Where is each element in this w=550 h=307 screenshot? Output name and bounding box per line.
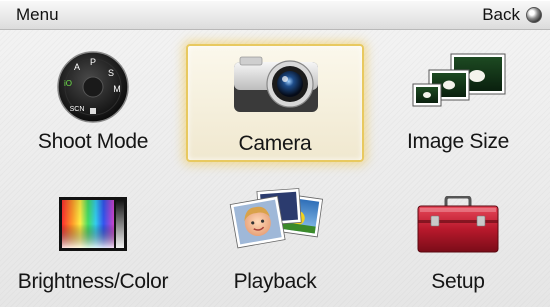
back-circle-icon bbox=[526, 7, 542, 23]
back-label: Back bbox=[482, 5, 520, 24]
dial-mode-scn: SCN bbox=[70, 106, 85, 113]
camera-icon bbox=[234, 56, 318, 112]
tile-camera[interactable]: Camera bbox=[186, 44, 364, 162]
tile-setup[interactable]: Setup bbox=[369, 184, 547, 302]
tile-label-camera: Camera bbox=[238, 132, 312, 155]
toolbox-icon bbox=[417, 196, 499, 253]
photos-icon bbox=[229, 188, 324, 249]
tile-shoot-mode[interactable]: P A S M SCN iO Shoot Mode bbox=[4, 44, 182, 162]
tile-image-size[interactable]: Image Size bbox=[369, 44, 547, 162]
mode-dial-icon: P A S M SCN iO bbox=[57, 51, 129, 123]
color-palette-icon bbox=[59, 197, 127, 251]
dial-mode-s: S bbox=[108, 68, 114, 78]
tile-brightness-color[interactable]: Brightness/Color bbox=[4, 184, 182, 302]
tile-label-playback: Playback bbox=[233, 270, 317, 293]
image-size-icon bbox=[412, 53, 506, 107]
tile-label-shoot-mode: Shoot Mode bbox=[37, 130, 149, 153]
tile-playback[interactable]: Playback bbox=[186, 184, 364, 302]
tile-label-image-size: Image Size bbox=[406, 130, 510, 153]
dial-movie-icon bbox=[90, 108, 96, 114]
tile-label-setup: Setup bbox=[431, 270, 485, 293]
dial-mode-p: P bbox=[90, 57, 96, 67]
dial-mode-auto: iO bbox=[64, 79, 72, 88]
back-button[interactable]: Back bbox=[482, 4, 542, 26]
menu-title: Menu bbox=[16, 5, 59, 24]
dial-mode-m: M bbox=[113, 84, 121, 94]
dial-mode-a: A bbox=[74, 62, 80, 72]
tile-label-brightness-color: Brightness/Color bbox=[17, 270, 169, 293]
menu-header: Menu Back bbox=[0, 0, 550, 30]
